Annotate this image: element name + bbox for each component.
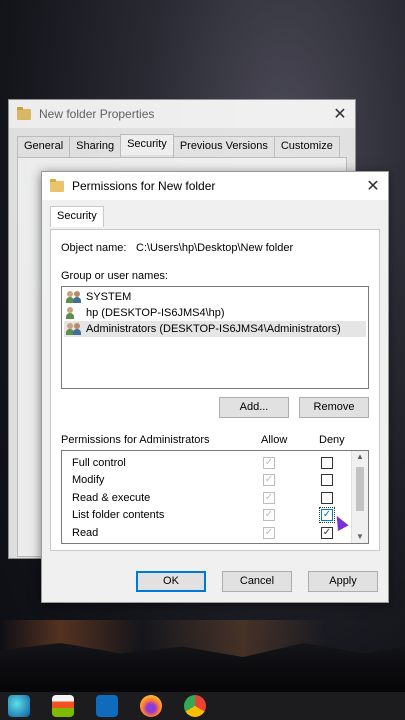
tab-customize[interactable]: Customize bbox=[273, 136, 340, 157]
user-listbox[interactable]: SYSTEM hp (DESKTOP-IS6JMS4\hp) Administr… bbox=[61, 286, 369, 389]
tab-sharing[interactable]: Sharing bbox=[69, 136, 122, 157]
user-icon bbox=[66, 307, 82, 319]
user-label: SYSTEM bbox=[86, 291, 132, 303]
deny-checkbox[interactable] bbox=[321, 491, 333, 504]
allow-label: Allow bbox=[261, 434, 288, 446]
permissions-dialog[interactable]: Permissions for New folder ✕ Security Ob… bbox=[41, 171, 389, 603]
folder-icon bbox=[50, 178, 64, 192]
scroll-up-icon[interactable]: ▲ bbox=[352, 451, 368, 463]
user-label: Administrators (DESKTOP-IS6JMS4\Administ… bbox=[86, 323, 341, 335]
tab-security[interactable]: Security bbox=[120, 134, 174, 155]
permission-name: List folder contents bbox=[72, 509, 165, 522]
permissions-tabs: Security bbox=[42, 200, 388, 229]
close-icon[interactable]: ✕ bbox=[325, 104, 355, 124]
tab-previous-versions[interactable]: Previous Versions bbox=[172, 136, 275, 157]
apply-button[interactable]: Apply bbox=[308, 571, 378, 592]
deny-checkbox[interactable] bbox=[321, 474, 333, 487]
scroll-thumb[interactable] bbox=[356, 467, 364, 511]
permissions-title: Permissions for New folder bbox=[72, 179, 216, 193]
object-name-label: Object name: bbox=[61, 242, 127, 254]
close-icon[interactable]: ✕ bbox=[358, 176, 388, 196]
permission-name: Full control bbox=[72, 456, 126, 469]
allow-checkbox: ✓ bbox=[263, 526, 275, 539]
edge-icon[interactable] bbox=[8, 695, 30, 717]
user-item-system[interactable]: SYSTEM bbox=[64, 289, 366, 305]
firefox-icon[interactable] bbox=[140, 695, 162, 717]
folder-icon bbox=[17, 106, 31, 120]
cancel-button[interactable]: Cancel bbox=[222, 571, 292, 592]
deny-checkbox[interactable] bbox=[321, 456, 333, 469]
allow-checkbox: ✓ bbox=[263, 456, 275, 469]
permission-row-read: Read ✓ ✓ bbox=[62, 524, 368, 542]
permission-name: Read & execute bbox=[72, 491, 151, 504]
tab-general[interactable]: General bbox=[17, 136, 71, 157]
tab-security[interactable]: Security bbox=[50, 206, 104, 227]
permissions-body: Object name: C:\Users\hp\Desktop\New fol… bbox=[50, 229, 380, 551]
chrome-icon[interactable] bbox=[184, 695, 206, 717]
permissions-titlebar[interactable]: Permissions for New folder ✕ bbox=[42, 172, 388, 200]
permission-row-list-folder-contents: List folder contents ✓ ✓ bbox=[62, 507, 368, 525]
properties-title: New folder Properties bbox=[39, 107, 155, 121]
ok-button[interactable]: OK bbox=[136, 571, 206, 592]
deny-checkbox[interactable]: ✓ bbox=[321, 526, 333, 539]
allow-checkbox: ✓ bbox=[263, 509, 275, 522]
store-icon[interactable] bbox=[52, 695, 74, 717]
properties-titlebar[interactable]: New folder Properties ✕ bbox=[9, 100, 355, 128]
scroll-down-icon[interactable]: ▼ bbox=[352, 531, 368, 543]
permissions-scrollbar[interactable]: ▲ ▼ bbox=[351, 451, 368, 543]
dialog-buttons: OK Cancel Apply bbox=[136, 571, 378, 592]
remove-button[interactable]: Remove bbox=[299, 397, 369, 418]
properties-tabs: General Sharing Security Previous Versio… bbox=[9, 128, 355, 157]
user-label: hp (DESKTOP-IS6JMS4\hp) bbox=[86, 307, 225, 319]
users-icon bbox=[66, 323, 82, 335]
taskbar bbox=[0, 692, 405, 720]
permission-name: Read bbox=[72, 526, 99, 539]
add-button[interactable]: Add... bbox=[219, 397, 289, 418]
user-buttons: Add... Remove bbox=[61, 397, 369, 418]
mail-icon[interactable] bbox=[96, 695, 118, 717]
permission-row-full-control: Full control ✓ bbox=[62, 454, 368, 472]
permission-row-modify: Modify ✓ bbox=[62, 472, 368, 490]
permission-name: Modify bbox=[72, 474, 105, 487]
object-name-value: C:\Users\hp\Desktop\New folder bbox=[136, 242, 294, 254]
user-item-hp[interactable]: hp (DESKTOP-IS6JMS4\hp) bbox=[64, 305, 366, 321]
permission-row-read-execute: Read & execute ✓ bbox=[62, 489, 368, 507]
group-label: Group or user names: bbox=[61, 270, 168, 282]
permissions-label: Permissions for Administrators bbox=[61, 434, 210, 446]
permissions-header: Permissions for Administrators Allow Den… bbox=[61, 434, 369, 446]
object-name-row: Object name: C:\Users\hp\Desktop\New fol… bbox=[61, 242, 369, 254]
users-icon bbox=[66, 291, 82, 303]
allow-checkbox: ✓ bbox=[263, 491, 275, 504]
deny-label: Deny bbox=[319, 434, 345, 446]
permissions-table[interactable]: Full control ✓ Modify ✓ Read & execute ✓… bbox=[61, 450, 369, 544]
user-item-administrators[interactable]: Administrators (DESKTOP-IS6JMS4\Administ… bbox=[64, 321, 366, 337]
allow-checkbox: ✓ bbox=[263, 474, 275, 487]
